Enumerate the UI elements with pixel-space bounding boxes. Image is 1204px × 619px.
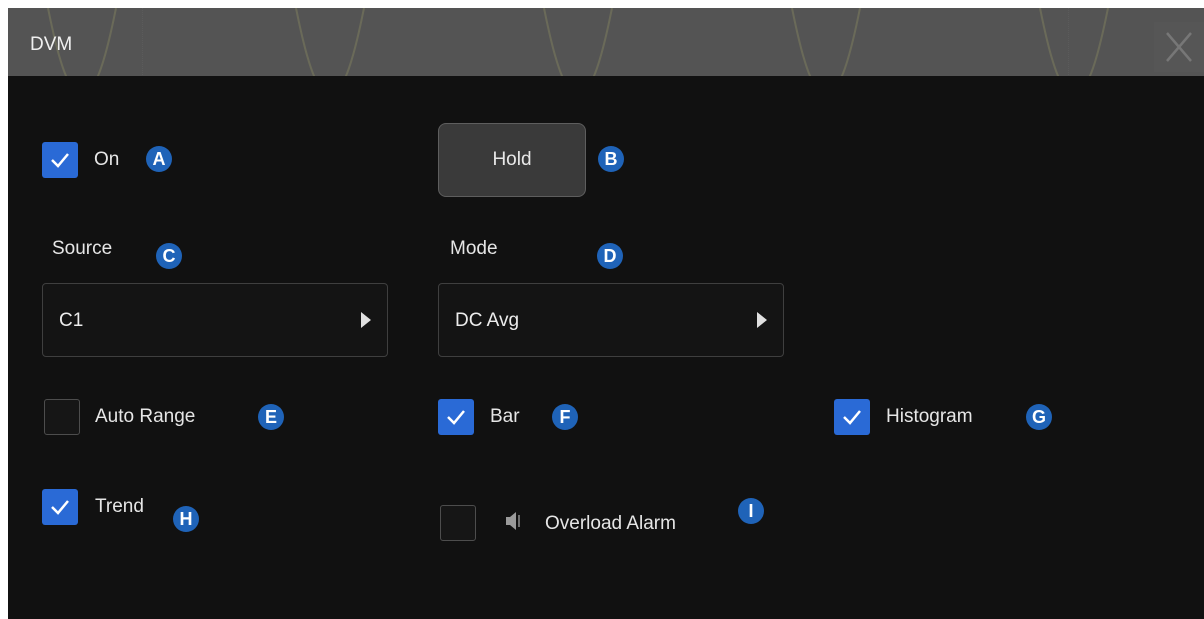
checkmark-icon xyxy=(447,410,465,425)
trend-checkbox[interactable] xyxy=(42,489,78,525)
hold-button[interactable]: Hold xyxy=(438,123,586,197)
overload-alarm-checkbox[interactable] xyxy=(440,505,476,541)
oscilloscope-screen: DVM On A Hold B Source C C1 Mode D DC Av… xyxy=(8,8,1204,619)
auto-range-label: Auto Range xyxy=(95,406,196,427)
dvm-panel: On A Hold B Source C C1 Mode D DC Avg Au… xyxy=(8,76,1204,619)
dialog-titlebar: DVM xyxy=(8,8,1204,76)
callout-badge-e: E xyxy=(258,404,284,430)
callout-badge-c: C xyxy=(156,243,182,269)
auto-range-checkbox[interactable] xyxy=(44,399,80,435)
histogram-checkbox[interactable] xyxy=(834,399,870,435)
close-icon xyxy=(1166,32,1192,62)
source-value: C1 xyxy=(59,310,84,331)
dialog-title: DVM xyxy=(30,34,73,55)
source-select[interactable]: C1 xyxy=(42,283,388,357)
callout-badge-b: B xyxy=(598,146,624,172)
trend-label: Trend xyxy=(95,496,144,517)
checkmark-icon xyxy=(843,410,861,425)
hold-button-label: Hold xyxy=(492,149,532,170)
callout-badge-f: F xyxy=(552,404,578,430)
on-checkbox[interactable] xyxy=(42,142,78,178)
mode-value: DC Avg xyxy=(455,310,520,331)
mode-select[interactable]: DC Avg xyxy=(438,283,784,357)
bar-checkbox[interactable] xyxy=(438,399,474,435)
close-button[interactable] xyxy=(1154,22,1204,72)
on-label: On xyxy=(94,149,120,170)
arrow-right-icon xyxy=(361,312,371,328)
callout-badge-a: A xyxy=(146,146,172,172)
bar-label: Bar xyxy=(490,406,520,427)
arrow-right-icon xyxy=(757,312,767,328)
callout-badge-h: H xyxy=(173,506,199,532)
mode-label: Mode xyxy=(450,238,498,259)
callout-badge-i: I xyxy=(738,498,764,524)
callout-badge-d: D xyxy=(597,243,623,269)
callout-badge-g: G xyxy=(1026,404,1052,430)
source-label: Source xyxy=(52,238,113,259)
checkmark-icon xyxy=(51,500,69,515)
checkmark-icon xyxy=(51,153,69,168)
histogram-label: Histogram xyxy=(886,406,973,427)
speaker-icon xyxy=(506,512,520,530)
overload-alarm-label: Overload Alarm xyxy=(545,513,676,534)
